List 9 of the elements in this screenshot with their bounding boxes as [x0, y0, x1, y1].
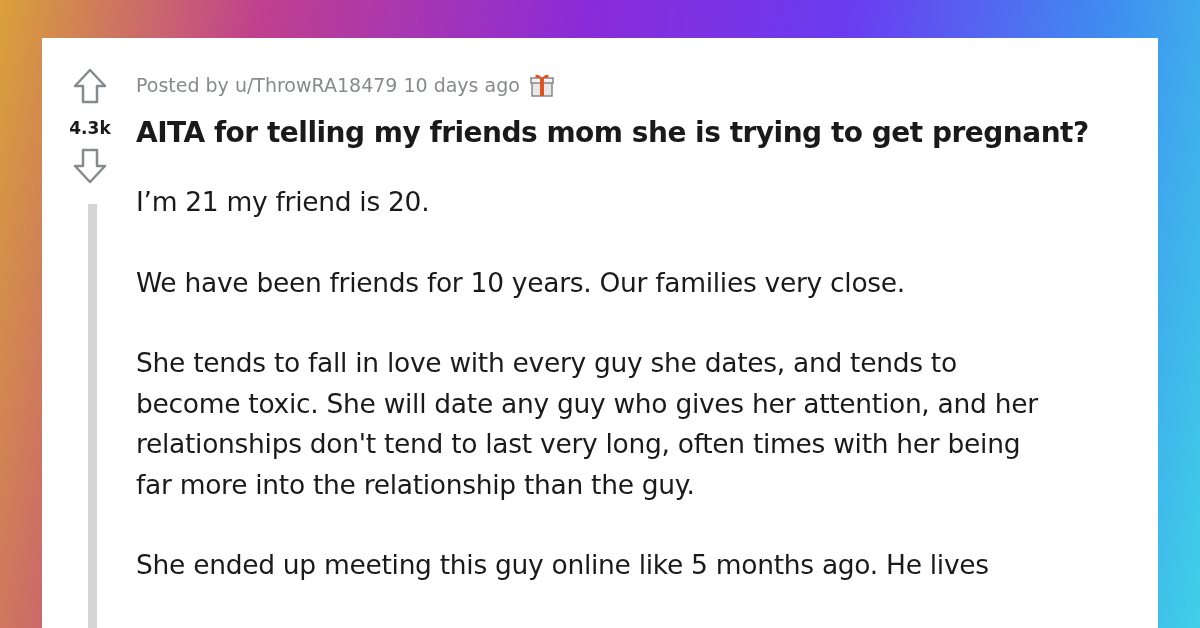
post-paragraph: She ended up meeting this guy online like 5 months ago. He lives: [136, 548, 990, 582]
post-meta: Posted by u/ThrowRA18479 10 days ago: [136, 74, 520, 96]
post-paragraph: I’m 21 my friend is 20.: [136, 185, 431, 219]
vote-count: 4.3k: [69, 118, 111, 138]
downvote-icon[interactable]: [73, 148, 107, 184]
post-paragraph: We have been friends for 10 years. Our families very close.: [136, 265, 906, 300]
upvote-icon[interactable]: [73, 68, 107, 104]
post-paragraph: She tends to fall in love with every guy she dates, and tends to become toxic. She will date any guy who gives her attention, and her relationships don't tend to last very long, often times with her being far more into the relationship than the guy.: [136, 346, 1039, 502]
post-title[interactable]: AITA for telling my friends mom she is trying to get pregnant?: [136, 114, 1118, 152]
